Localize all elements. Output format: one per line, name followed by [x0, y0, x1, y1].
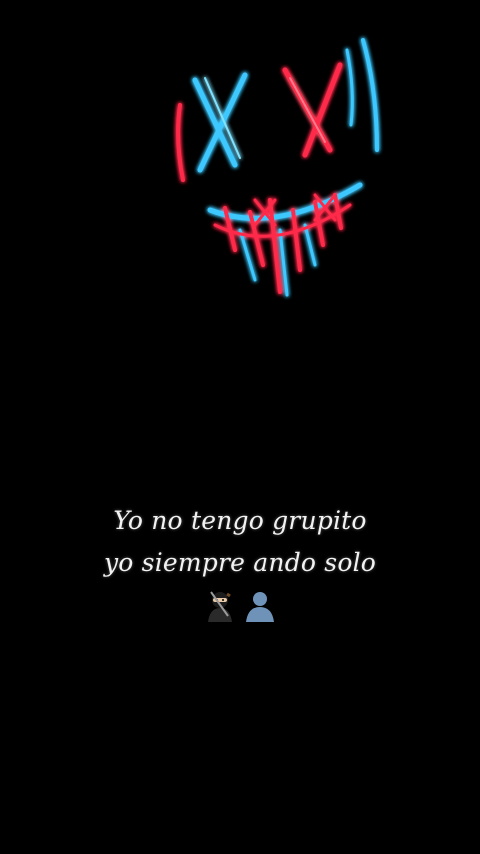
bust-silhouette-icon [246, 592, 274, 622]
right-eye-x [282, 62, 343, 158]
emoji-row [0, 588, 480, 622]
neon-mask-image [176, 38, 379, 297]
caption-line-2: yo siempre ando solo [103, 548, 377, 577]
caption-line-1: Yo no tengo grupito [113, 506, 367, 535]
left-eye-x [192, 72, 248, 173]
ninja-icon [208, 591, 232, 622]
caption: Yo no tengo grupito yo siempre ando solo [0, 500, 480, 584]
